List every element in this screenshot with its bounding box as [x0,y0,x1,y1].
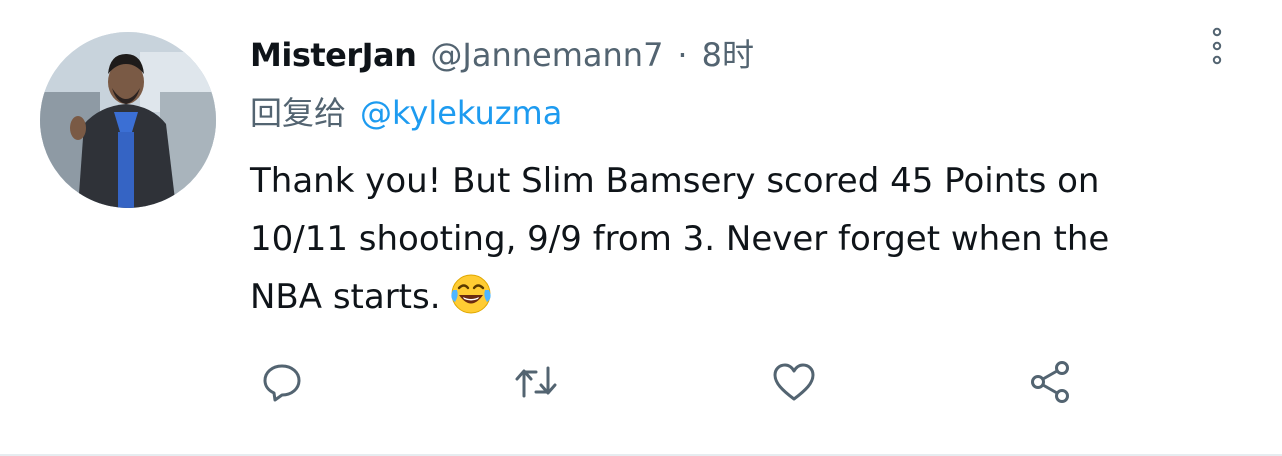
tweet-text-line-content: NBA starts. [250,277,441,317]
separator-dot: · [677,36,688,74]
reply-prefix: 回复给 [250,94,347,132]
share-button[interactable] [1024,356,1076,408]
more-options-icon[interactable] [1205,24,1229,68]
laughing-tears-emoji-icon [449,272,493,316]
heart-icon [773,363,815,401]
reply-icon [263,364,301,402]
tweet-header: MisterJan @Jannemann7 · 8时 [250,30,754,74]
display-name[interactable]: MisterJan [250,36,417,74]
timestamp[interactable]: 8时 [702,30,754,76]
tweet-text-line: Thank you! But Slim Bamsery scored 45 Po… [250,161,1100,201]
tweet-card[interactable]: MisterJan @Jannemann7 · 8时 回复给 @kylekuzma… [0,0,1282,456]
share-icon [1031,361,1069,403]
avatar[interactable] [40,32,216,208]
tweet-text: Thank you! But Slim Bamsery scored 45 Po… [250,152,1230,326]
retweet-button[interactable] [510,356,562,408]
user-handle[interactable]: @Jannemann7 [430,36,663,74]
reply-button[interactable] [256,356,308,408]
reply-mention-link[interactable]: @kylekuzma [360,94,562,132]
action-bar [250,356,1130,408]
avatar-photo [40,32,216,208]
reply-context: 回复给 @kylekuzma [250,88,562,134]
tweet-text-line: 10/11 shooting, 9/9 from 3. Never forget… [250,219,1110,259]
tweet-text-line: NBA starts. [250,268,1230,326]
retweet-icon [515,366,557,398]
like-button[interactable] [768,356,820,408]
